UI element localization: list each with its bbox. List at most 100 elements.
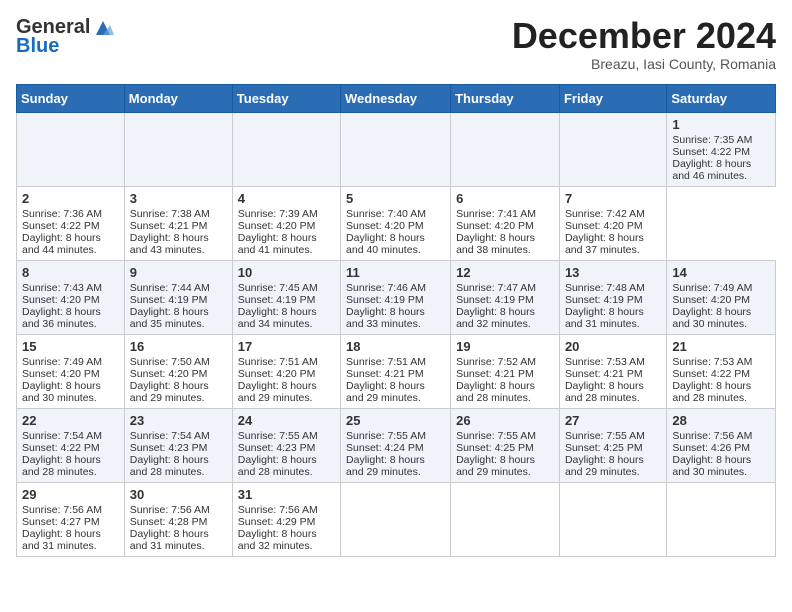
calendar-cell [451,482,560,556]
sunset: Sunset: 4:19 PM [130,294,208,306]
sunset: Sunset: 4:21 PM [565,368,643,380]
calendar-cell: 11 Sunrise: 7:46 AM Sunset: 4:19 PM Dayl… [341,260,451,334]
calendar-cell [17,112,125,186]
calendar-cell: 3 Sunrise: 7:38 AM Sunset: 4:21 PM Dayli… [124,186,232,260]
day-number: 23 [130,413,227,428]
sunrise: Sunrise: 7:55 AM [565,430,645,442]
calendar-cell: 29 Sunrise: 7:56 AM Sunset: 4:27 PM Dayl… [17,482,125,556]
day-number: 4 [238,191,335,206]
calendar-cell [559,112,666,186]
daylight: Daylight: 8 hours and 30 minutes. [672,306,751,330]
day-number: 11 [346,265,445,280]
sunset: Sunset: 4:25 PM [456,442,534,454]
calendar-cell [559,482,666,556]
calendar-cell [341,482,451,556]
sunset: Sunset: 4:29 PM [238,516,316,528]
calendar-header: SundayMondayTuesdayWednesdayThursdayFrid… [17,84,776,112]
day-number: 6 [456,191,554,206]
daylight: Daylight: 8 hours and 46 minutes. [672,158,751,182]
day-number: 29 [22,487,119,502]
daylight: Daylight: 8 hours and 30 minutes. [22,380,101,404]
header-sunday: Sunday [17,84,125,112]
sunset: Sunset: 4:26 PM [672,442,750,454]
sunrise: Sunrise: 7:54 AM [22,430,102,442]
sunset: Sunset: 4:25 PM [565,442,643,454]
day-number: 18 [346,339,445,354]
calendar-cell: 7 Sunrise: 7:42 AM Sunset: 4:20 PM Dayli… [559,186,666,260]
daylight: Daylight: 8 hours and 28 minutes. [238,454,317,478]
calendar-cell: 30 Sunrise: 7:56 AM Sunset: 4:28 PM Dayl… [124,482,232,556]
calendar-cell: 18 Sunrise: 7:51 AM Sunset: 4:21 PM Dayl… [341,334,451,408]
sunset: Sunset: 4:20 PM [672,294,750,306]
calendar-cell: 6 Sunrise: 7:41 AM Sunset: 4:20 PM Dayli… [451,186,560,260]
sunset: Sunset: 4:19 PM [238,294,316,306]
sunset: Sunset: 4:22 PM [672,368,750,380]
sunset: Sunset: 4:20 PM [22,368,100,380]
day-number: 17 [238,339,335,354]
daylight: Daylight: 8 hours and 30 minutes. [672,454,751,478]
sunrise: Sunrise: 7:47 AM [456,282,536,294]
daylight: Daylight: 8 hours and 43 minutes. [130,232,209,256]
day-number: 7 [565,191,661,206]
sunrise: Sunrise: 7:56 AM [672,430,752,442]
day-number: 27 [565,413,661,428]
sunset: Sunset: 4:19 PM [565,294,643,306]
title-area: December 2024 Breazu, Iasi County, Roman… [512,16,776,72]
day-number: 13 [565,265,661,280]
day-number: 22 [22,413,119,428]
day-number: 30 [130,487,227,502]
sunrise: Sunrise: 7:51 AM [346,356,426,368]
header: General Blue December 2024 Breazu, Iasi … [16,16,776,72]
daylight: Daylight: 8 hours and 29 minutes. [565,454,644,478]
sunrise: Sunrise: 7:44 AM [130,282,210,294]
calendar-cell [124,112,232,186]
day-number: 24 [238,413,335,428]
daylight: Daylight: 8 hours and 33 minutes. [346,306,425,330]
daylight: Daylight: 8 hours and 41 minutes. [238,232,317,256]
calendar-cell: 20 Sunrise: 7:53 AM Sunset: 4:21 PM Dayl… [559,334,666,408]
daylight: Daylight: 8 hours and 29 minutes. [238,380,317,404]
day-number: 31 [238,487,335,502]
week-row-2: 2 Sunrise: 7:36 AM Sunset: 4:22 PM Dayli… [17,186,776,260]
calendar-cell: 2 Sunrise: 7:36 AM Sunset: 4:22 PM Dayli… [17,186,125,260]
sunrise: Sunrise: 7:42 AM [565,208,645,220]
calendar-cell: 14 Sunrise: 7:49 AM Sunset: 4:20 PM Dayl… [667,260,776,334]
sunrise: Sunrise: 7:48 AM [565,282,645,294]
sunset: Sunset: 4:27 PM [22,516,100,528]
daylight: Daylight: 8 hours and 28 minutes. [22,454,101,478]
calendar-cell: 5 Sunrise: 7:40 AM Sunset: 4:20 PM Dayli… [341,186,451,260]
sunset: Sunset: 4:20 PM [456,220,534,232]
sunset: Sunset: 4:21 PM [456,368,534,380]
calendar-cell: 27 Sunrise: 7:55 AM Sunset: 4:25 PM Dayl… [559,408,666,482]
sunrise: Sunrise: 7:38 AM [130,208,210,220]
day-number: 25 [346,413,445,428]
day-number: 20 [565,339,661,354]
sunrise: Sunrise: 7:36 AM [22,208,102,220]
day-number: 12 [456,265,554,280]
header-saturday: Saturday [667,84,776,112]
daylight: Daylight: 8 hours and 29 minutes. [346,380,425,404]
calendar-cell [341,112,451,186]
calendar-table: SundayMondayTuesdayWednesdayThursdayFrid… [16,84,776,557]
day-number: 2 [22,191,119,206]
daylight: Daylight: 8 hours and 29 minutes. [456,454,535,478]
daylight: Daylight: 8 hours and 36 minutes. [22,306,101,330]
sunset: Sunset: 4:23 PM [238,442,316,454]
calendar-cell: 21 Sunrise: 7:53 AM Sunset: 4:22 PM Dayl… [667,334,776,408]
sunrise: Sunrise: 7:56 AM [238,504,318,516]
calendar-cell: 10 Sunrise: 7:45 AM Sunset: 4:19 PM Dayl… [232,260,340,334]
location: Breazu, Iasi County, Romania [512,56,776,72]
daylight: Daylight: 8 hours and 28 minutes. [456,380,535,404]
calendar-cell: 9 Sunrise: 7:44 AM Sunset: 4:19 PM Dayli… [124,260,232,334]
week-row-6: 29 Sunrise: 7:56 AM Sunset: 4:27 PM Dayl… [17,482,776,556]
day-number: 16 [130,339,227,354]
day-number: 1 [672,117,770,132]
day-number: 15 [22,339,119,354]
sunrise: Sunrise: 7:55 AM [346,430,426,442]
calendar-cell: 28 Sunrise: 7:56 AM Sunset: 4:26 PM Dayl… [667,408,776,482]
daylight: Daylight: 8 hours and 31 minutes. [565,306,644,330]
sunrise: Sunrise: 7:43 AM [22,282,102,294]
sunset: Sunset: 4:28 PM [130,516,208,528]
day-number: 14 [672,265,770,280]
sunrise: Sunrise: 7:51 AM [238,356,318,368]
